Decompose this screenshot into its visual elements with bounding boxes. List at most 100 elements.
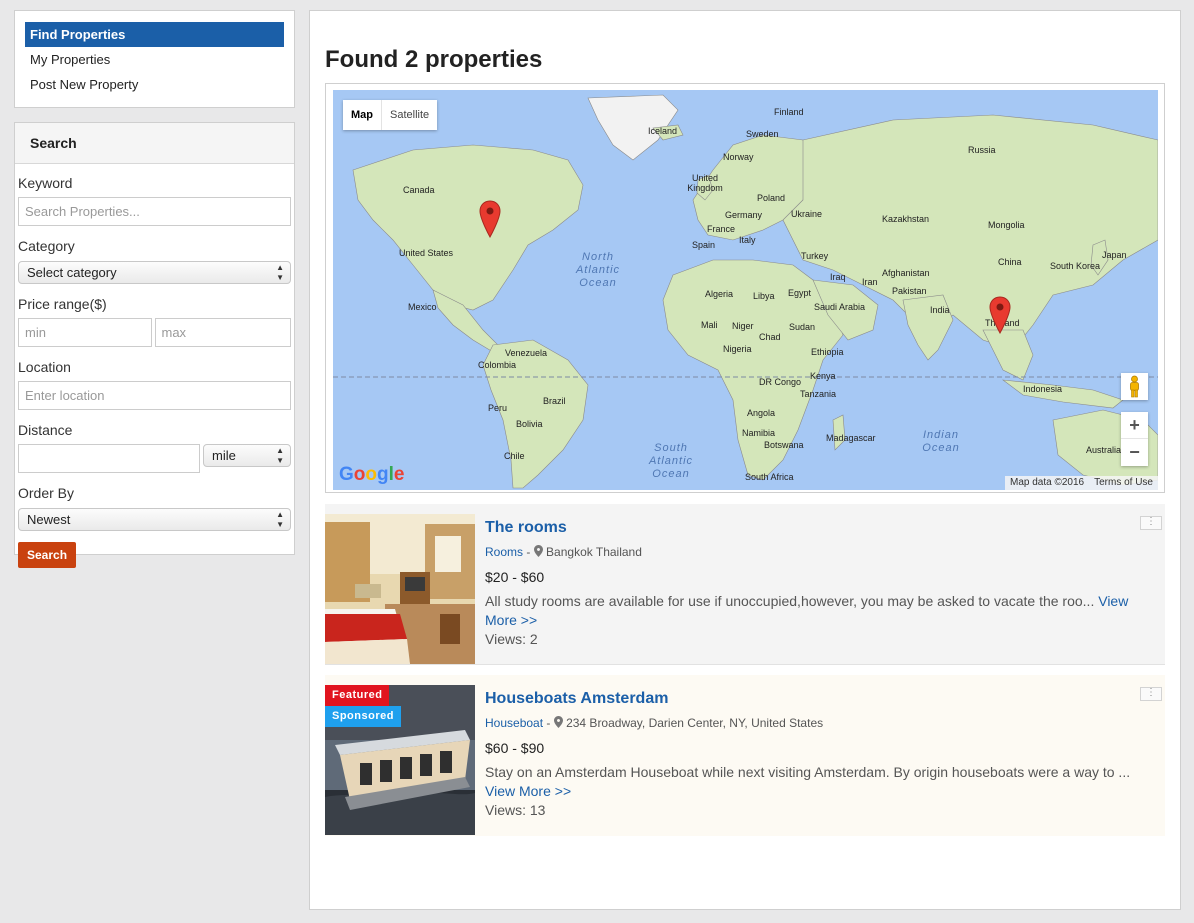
map-label: Namibia xyxy=(742,428,776,438)
category-select[interactable]: Select category ▲ ▼ xyxy=(18,261,291,284)
map-label: United States xyxy=(399,248,454,258)
map-label: Chile xyxy=(504,451,525,461)
terms-of-use-link[interactable]: Terms of Use xyxy=(1089,476,1158,490)
property-views: Views: 2 xyxy=(485,631,538,647)
location-pin-icon xyxy=(553,716,566,730)
price-min-input[interactable]: min xyxy=(18,318,152,347)
ocean-label: South Atlantic Ocean xyxy=(648,442,694,480)
nav-post-property[interactable]: Post New Property xyxy=(25,72,284,97)
category-label: Category xyxy=(18,238,75,254)
search-panel: Search Keyword Search Properties... Cate… xyxy=(14,122,295,568)
map-label: Kazakhstan xyxy=(882,214,930,224)
property-price: $60 - $90 xyxy=(485,740,545,756)
distance-unit-value: mile xyxy=(212,448,236,463)
map-label: Colombia xyxy=(478,360,517,370)
nav-my-properties[interactable]: My Properties xyxy=(25,47,284,72)
map-label: Afghanistan xyxy=(882,268,930,278)
map-label: Sweden xyxy=(746,129,779,139)
map-label: India xyxy=(930,305,950,315)
map-marker-icon[interactable] xyxy=(989,296,1011,334)
sponsored-badge: Sponsored xyxy=(325,706,401,727)
property-title[interactable]: Houseboats Amsterdam xyxy=(485,689,1155,709)
price-range-label: Price range($) xyxy=(18,296,107,312)
map-label: Canada xyxy=(403,185,435,195)
map-label: Poland xyxy=(757,193,786,203)
map-label: Ukraine xyxy=(791,209,823,219)
property-listing: The rooms Rooms - Bangkok Thailand $20 -… xyxy=(325,504,1165,665)
price-max-input[interactable]: max xyxy=(154,318,291,347)
nav-menu: Find Properties My Properties Post New P… xyxy=(14,10,295,108)
more-options-icon[interactable]: ⋮ xyxy=(1140,516,1162,530)
nav-find-properties[interactable]: Find Properties xyxy=(25,22,284,47)
map-label: Indonesia xyxy=(1023,384,1063,394)
select-arrows-icon: ▲ ▼ xyxy=(276,263,284,282)
map-label: Pakistan xyxy=(892,286,927,296)
street-view-pegman-icon[interactable] xyxy=(1121,373,1148,400)
map-label: Germany xyxy=(725,210,763,220)
map-label: Egypt xyxy=(788,288,812,298)
zoom-out-button[interactable]: − xyxy=(1121,439,1148,466)
property-category-link[interactable]: Rooms xyxy=(485,545,523,559)
map-label: Libya xyxy=(753,291,775,301)
more-options-icon[interactable]: ⋮ xyxy=(1140,687,1162,701)
map-label: France xyxy=(707,224,736,234)
order-by-select[interactable]: Newest ▲ ▼ xyxy=(18,508,291,531)
select-arrows-icon: ▲ ▼ xyxy=(276,446,284,465)
property-listing: Featured Sponsored Houseboats Amsterdam … xyxy=(325,675,1165,836)
location-label: Location xyxy=(18,359,71,375)
property-price: $20 - $60 xyxy=(485,569,545,585)
map-label: South Africa xyxy=(745,472,794,482)
map-label: Sudan xyxy=(789,322,816,332)
google-logo: Google xyxy=(339,464,405,485)
map-label: Chad xyxy=(759,332,781,342)
property-views: Views: 13 xyxy=(485,802,546,818)
ocean-label: North Atlantic Ocean xyxy=(575,251,621,289)
map-label: Iran xyxy=(862,277,878,287)
map-type-map-button[interactable]: Map xyxy=(343,100,382,130)
map-label: Peru xyxy=(488,403,508,413)
map-type-satellite-button[interactable]: Satellite xyxy=(382,100,437,130)
property-location: 234 Broadway, Darien Center, NY, United … xyxy=(566,716,824,730)
distance-input[interactable] xyxy=(18,444,200,473)
view-more-link[interactable]: View More >> xyxy=(485,783,571,799)
map-label: Australia xyxy=(1086,445,1122,455)
map-label: Ethiopia xyxy=(811,347,844,357)
map-type-control: Map Satellite xyxy=(343,100,438,130)
map-data-text: Map data ©2016 xyxy=(1010,477,1085,488)
map-label: Kenya xyxy=(810,371,836,381)
distance-label: Distance xyxy=(18,422,73,438)
map-label: Algeria xyxy=(705,289,734,299)
map-label: Italy xyxy=(739,235,756,245)
property-description: All study rooms are available for use if… xyxy=(485,593,1095,609)
world-map[interactable]: Map Satellite Finland Iceland Sweden Rus… xyxy=(333,90,1158,490)
map-label: DR Congo xyxy=(759,377,802,387)
location-input[interactable]: Enter location xyxy=(18,381,291,410)
map-label: Saudi Arabia xyxy=(814,302,866,312)
property-description: Stay on an Amsterdam Houseboat while nex… xyxy=(485,764,1131,780)
map-label: Russia xyxy=(968,145,996,155)
map-label: Bolivia xyxy=(516,419,543,429)
order-by-label: Order By xyxy=(18,485,75,501)
map-label: Botswana xyxy=(764,440,804,450)
map-label: Mongolia xyxy=(988,220,1025,230)
zoom-in-button[interactable]: + xyxy=(1121,412,1148,439)
meta-separator: - xyxy=(526,545,534,559)
property-category-link[interactable]: Houseboat xyxy=(485,716,543,730)
keyword-input[interactable]: Search Properties... xyxy=(18,197,291,226)
distance-unit-select[interactable]: mile ▲ ▼ xyxy=(203,444,291,467)
meta-separator: - xyxy=(546,716,554,730)
map-label: Angola xyxy=(747,408,776,418)
map-label: Spain xyxy=(692,240,716,250)
select-arrows-icon: ▲ ▼ xyxy=(276,510,284,529)
map-label: Venezuela xyxy=(505,348,548,358)
map-label: Mali xyxy=(701,320,718,330)
map-label: Iceland xyxy=(648,126,678,136)
property-title[interactable]: The rooms xyxy=(485,518,1155,538)
property-thumbnail[interactable] xyxy=(325,514,475,664)
ocean-label: Indian Ocean xyxy=(922,429,960,454)
map-label: Niger xyxy=(732,321,754,331)
map-marker-icon[interactable] xyxy=(479,200,501,238)
search-button[interactable]: Search xyxy=(18,542,77,568)
map-label: Tanzania xyxy=(800,389,837,399)
zoom-control: + − xyxy=(1121,412,1148,466)
